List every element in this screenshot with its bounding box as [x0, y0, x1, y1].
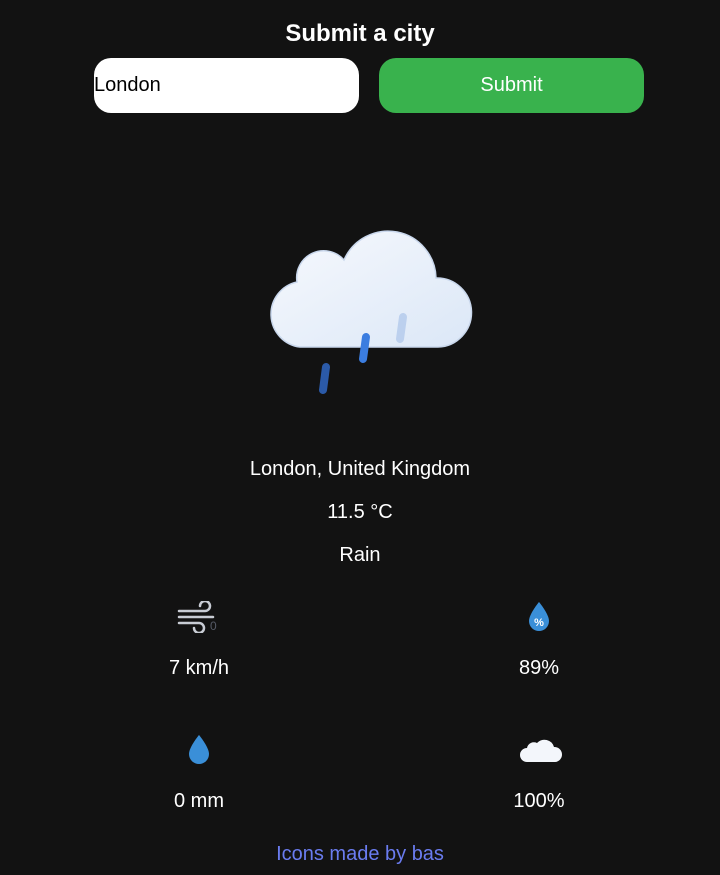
location-label: London, United Kingdom	[249, 458, 471, 480]
svg-text:0: 0	[210, 619, 217, 633]
raindrop-icon	[189, 735, 209, 764]
condition-label: Rain	[339, 544, 381, 566]
icon-credit-link[interactable]: Icons made by bas	[0, 842, 720, 866]
cloud-icon	[520, 739, 563, 762]
city-input[interactable]	[94, 58, 359, 113]
svg-text:%: %	[534, 617, 544, 629]
wind-icon: 0	[177, 601, 217, 633]
humidity-icon: %	[529, 602, 549, 631]
form-title: Submit a city	[285, 20, 435, 47]
submit-button[interactable]: Submit	[379, 58, 644, 113]
weather-page: Submit a city Submit London, United King…	[0, 0, 720, 875]
humidity-value: 89%	[518, 657, 560, 679]
wind-value: 7 km/h	[168, 657, 230, 679]
precipitation-value: 0 mm	[174, 790, 224, 812]
temperature-label: 11.5 °C	[327, 501, 393, 523]
cloud-cover-value: 100%	[513, 790, 565, 812]
cloud-rain-icon	[270, 230, 473, 394]
